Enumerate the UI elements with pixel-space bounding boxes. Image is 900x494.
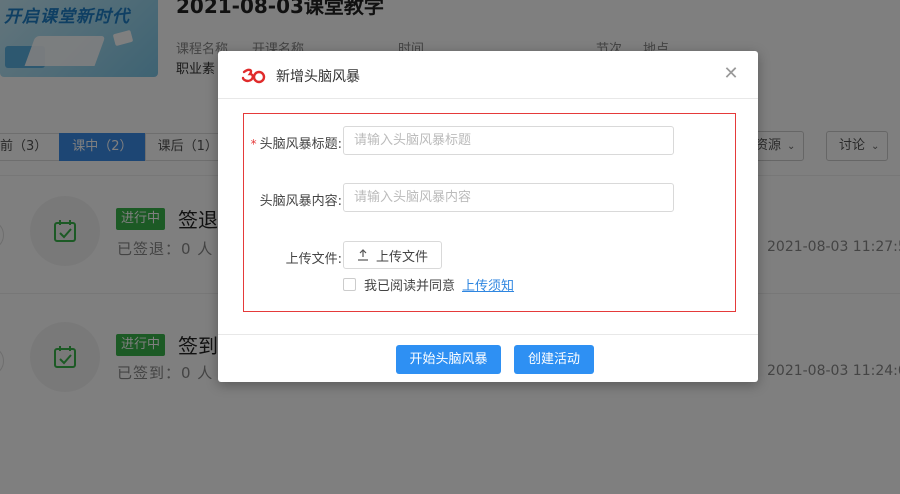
title-input[interactable] [343, 126, 674, 155]
upload-button-label: 上传文件 [375, 249, 428, 265]
content-input[interactable] [343, 183, 674, 212]
agree-text: 我已阅读并同意 [364, 278, 456, 294]
new-brainstorm-dialog: 新增头脑风暴 ✕ *头脑风暴标题: 头脑风暴内容: 上传文件: 上传文件 我已阅… [218, 51, 758, 382]
required-mark: * [250, 137, 257, 151]
upload-icon [357, 249, 368, 261]
dialog-header: 新增头脑风暴 ✕ [218, 51, 758, 99]
agree-checkbox[interactable] [343, 277, 356, 291]
title-label-text: 头脑风暴标题: [259, 137, 342, 152]
close-icon[interactable]: ✕ [721, 64, 741, 84]
brainstorm-form: *头脑风暴标题: 头脑风暴内容: 上传文件: 上传文件 我已阅读并同意 上传须知 [243, 113, 736, 312]
title-field-label: * 头脑风暴标题: [244, 133, 342, 152]
create-activity-button[interactable]: 创建活动 [514, 345, 594, 374]
upload-notice-link[interactable]: 上传须知 [462, 275, 514, 294]
brand-logo-icon [241, 68, 266, 84]
content-field-label: 头脑风暴内容: [259, 194, 342, 209]
start-brainstorm-button[interactable]: 开始头脑风暴 [396, 345, 501, 374]
upload-file-button[interactable]: 上传文件 [343, 241, 442, 269]
upload-field-label: 上传文件: [285, 252, 342, 267]
dialog-title: 新增头脑风暴 [276, 69, 360, 85]
dialog-footer: 开始头脑风暴 创建活动 [218, 334, 758, 382]
agreement-row: 我已阅读并同意 上传须知 [343, 275, 514, 294]
